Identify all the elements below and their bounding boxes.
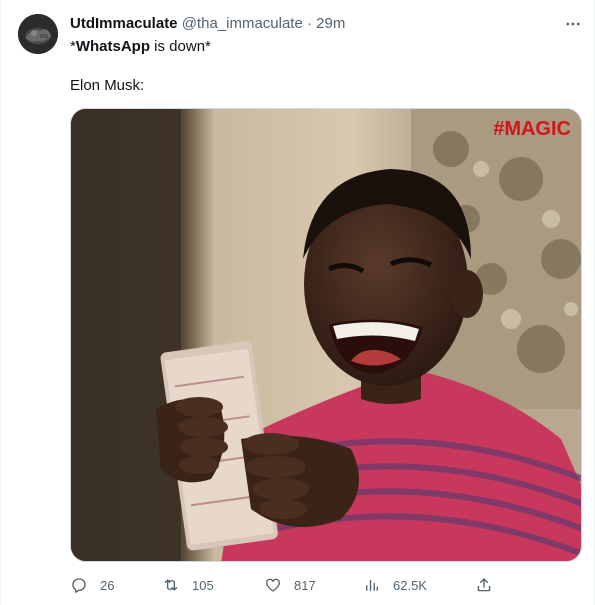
like-button[interactable]: 817 (264, 574, 316, 596)
like-count: 817 (294, 577, 316, 593)
reply-button[interactable]: 26 (70, 574, 114, 596)
user-handle[interactable]: @tha_immaculate (182, 15, 303, 32)
tweet-header: UtdImmaculate @tha_immaculate · 29m (70, 14, 345, 34)
text-bold-app-name: WhatsApp (75, 38, 151, 55)
views-button[interactable]: 62.5K (363, 574, 427, 596)
more-options-button[interactable] (561, 12, 585, 36)
retweet-button[interactable]: 105 (162, 574, 214, 596)
meme-photo: #MAGIC (71, 109, 581, 561)
avatar[interactable] (18, 14, 58, 54)
text-suffix: is down* (150, 38, 211, 55)
reply-count: 26 (100, 577, 115, 593)
tweet-text-line-1: *WhatsApp is down* (70, 37, 211, 57)
share-icon (477, 578, 491, 592)
reply-icon (72, 578, 86, 593)
heart-icon (265, 578, 281, 592)
views-count: 62.5K (393, 577, 427, 593)
analytics-icon (366, 579, 378, 591)
tweet-media-image[interactable]: #MAGIC (70, 108, 582, 562)
tweet-actions-bar: 26 105 817 62.5K (70, 574, 582, 596)
avatar-image (18, 14, 58, 54)
share-button[interactable] (475, 574, 505, 596)
timestamp[interactable]: 29m (316, 15, 345, 32)
separator-dot: · (307, 15, 312, 32)
retweet-count: 105 (192, 577, 214, 593)
more-horizontal-icon (566, 22, 580, 26)
media-watermark: #MAGIC (493, 118, 571, 140)
display-name[interactable]: UtdImmaculate (70, 15, 178, 32)
tweet-text-line-2: Elon Musk: (70, 77, 145, 94)
tweet-card[interactable]: UtdImmaculate @tha_immaculate · 29m *Wha… (0, 0, 595, 605)
retweet-icon (164, 579, 178, 591)
